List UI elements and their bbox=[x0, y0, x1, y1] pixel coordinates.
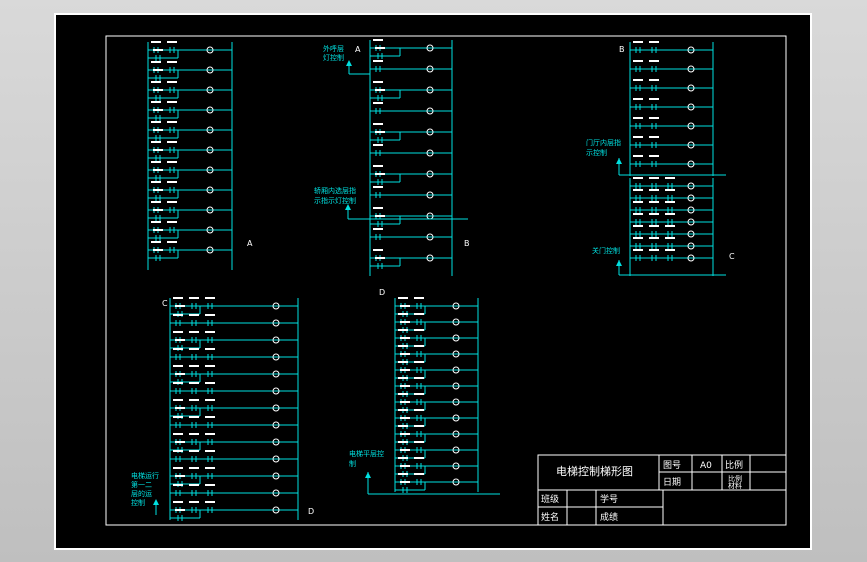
svg-text:层的运: 层的运 bbox=[131, 489, 152, 498]
svg-text:第一二: 第一二 bbox=[131, 480, 152, 489]
label-c: C bbox=[729, 252, 735, 261]
name-label: 姓名 bbox=[541, 511, 559, 523]
title-text: 电梯控制梯形图 bbox=[556, 464, 633, 478]
label-a2: A bbox=[355, 45, 361, 54]
svg-text:电梯运行: 电梯运行 bbox=[131, 471, 159, 480]
drawing-no-value: A0 bbox=[700, 461, 712, 471]
drawing-no-label: 图号 bbox=[663, 460, 681, 471]
svg-text:示指示灯控制: 示指示灯控制 bbox=[314, 196, 356, 205]
label-d: D bbox=[379, 288, 385, 297]
svg-text:关门控制: 关门控制 bbox=[592, 246, 620, 255]
outer-border bbox=[54, 13, 812, 550]
drawing-canvas: A A B B C C D D 外呼层 灯控制 轿厢内选层指 示指示灯控制 门厅… bbox=[54, 13, 812, 550]
label-d2: D bbox=[308, 507, 314, 516]
svg-text:灯控制: 灯控制 bbox=[323, 53, 344, 62]
label-c2: C bbox=[162, 299, 168, 308]
svg-text:轿厢内选层指: 轿厢内选层指 bbox=[314, 186, 356, 195]
svg-text:控制: 控制 bbox=[131, 498, 145, 507]
date-label: 日期 bbox=[663, 477, 681, 488]
svg-text:电梯平层控: 电梯平层控 bbox=[349, 449, 384, 458]
label-b2: B bbox=[619, 45, 625, 54]
scale-value-2: 材料 bbox=[728, 481, 742, 490]
label-a: A bbox=[247, 239, 253, 248]
class-label: 班级 bbox=[541, 493, 559, 505]
svg-text:示控制: 示控制 bbox=[586, 148, 607, 157]
scale-label: 比例 bbox=[725, 459, 743, 471]
grade-label: 成绩 bbox=[600, 511, 618, 523]
label-b: B bbox=[464, 239, 470, 248]
svg-text:制: 制 bbox=[349, 459, 356, 468]
svg-text:门厅内层指: 门厅内层指 bbox=[586, 138, 621, 147]
student-id-label: 学号 bbox=[600, 493, 618, 505]
svg-text:外呼层: 外呼层 bbox=[323, 44, 344, 53]
